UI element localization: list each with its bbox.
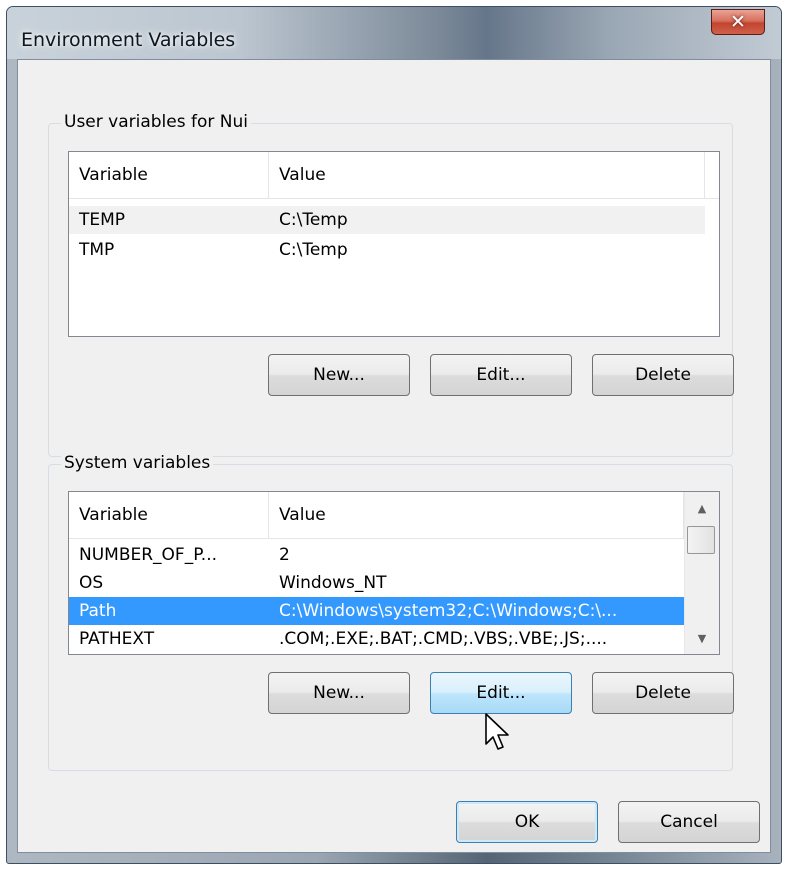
- column-header-value[interactable]: Value: [269, 152, 705, 198]
- variable-value: C:\Windows\system32;C:\Windows;C:\...: [279, 601, 618, 621]
- system-new-button[interactable]: New...: [268, 672, 410, 714]
- variable-value: 2: [279, 545, 290, 565]
- column-header-variable[interactable]: Variable: [69, 152, 269, 198]
- variable-name: Path: [79, 601, 117, 621]
- system-edit-button[interactable]: Edit...: [430, 672, 572, 714]
- user-variables-list[interactable]: Variable Value TEMP C:\Temp TMP C:\Temp: [68, 151, 720, 337]
- ok-button[interactable]: OK: [456, 801, 598, 843]
- scroll-thumb[interactable]: [687, 526, 715, 554]
- variable-value: Windows_NT: [279, 573, 387, 593]
- list-header: Variable Value: [69, 492, 684, 539]
- system-variables-group: System variables Variable Value NUMBER_O…: [48, 451, 734, 771]
- column-header-value[interactable]: Value: [269, 492, 684, 538]
- variable-name: TEMP: [79, 210, 126, 230]
- close-button[interactable]: ✕: [711, 9, 765, 35]
- scroll-up-arrow-icon[interactable]: ▲: [685, 492, 719, 524]
- list-item[interactable]: TEMP C:\Temp: [69, 206, 705, 234]
- user-edit-button[interactable]: Edit...: [430, 354, 572, 396]
- list-item[interactable]: TMP C:\Temp: [69, 236, 705, 264]
- window-title: Environment Variables: [21, 29, 236, 51]
- cancel-button[interactable]: Cancel: [618, 801, 760, 843]
- list-item[interactable]: OS Windows_NT: [69, 569, 684, 597]
- title-bar[interactable]: Environment Variables ✕: [7, 7, 781, 59]
- variable-value: .COM;.EXE;.BAT;.CMD;.VBS;.VBE;.JS;....: [279, 629, 608, 649]
- column-header-variable[interactable]: Variable: [69, 492, 269, 538]
- system-variables-list[interactable]: Variable Value NUMBER_OF_P... 2 OS Windo…: [68, 491, 720, 655]
- system-variables-legend: System variables: [61, 451, 214, 475]
- environment-variables-window: Environment Variables ✕ User variables f…: [6, 6, 782, 864]
- list-item[interactable]: NUMBER_OF_P... 2: [69, 541, 684, 569]
- system-delete-button[interactable]: Delete: [592, 672, 734, 714]
- user-new-button[interactable]: New...: [268, 354, 410, 396]
- variable-name: NUMBER_OF_P...: [79, 545, 218, 565]
- variable-name: PATHEXT: [79, 629, 155, 649]
- user-variables-group: User variables for Nui Variable Value TE…: [48, 110, 734, 457]
- scroll-down-arrow-icon[interactable]: ▼: [685, 622, 719, 654]
- close-icon: ✕: [730, 10, 746, 33]
- variable-name: OS: [79, 573, 104, 593]
- variable-name: TMP: [79, 240, 115, 260]
- list-item[interactable]: PATHEXT .COM;.EXE;.BAT;.CMD;.VBS;.VBE;.J…: [69, 625, 684, 653]
- user-delete-button[interactable]: Delete: [592, 354, 734, 396]
- vertical-scrollbar[interactable]: ▲ ▼: [684, 492, 719, 654]
- variable-value: C:\Temp: [279, 210, 348, 230]
- dialog-client-area: User variables for Nui Variable Value TE…: [17, 59, 771, 853]
- list-item-selected[interactable]: Path C:\Windows\system32;C:\Windows;C:\.…: [69, 597, 684, 625]
- user-variables-legend: User variables for Nui: [61, 110, 251, 134]
- list-header: Variable Value: [69, 152, 719, 199]
- variable-value: C:\Temp: [279, 240, 348, 260]
